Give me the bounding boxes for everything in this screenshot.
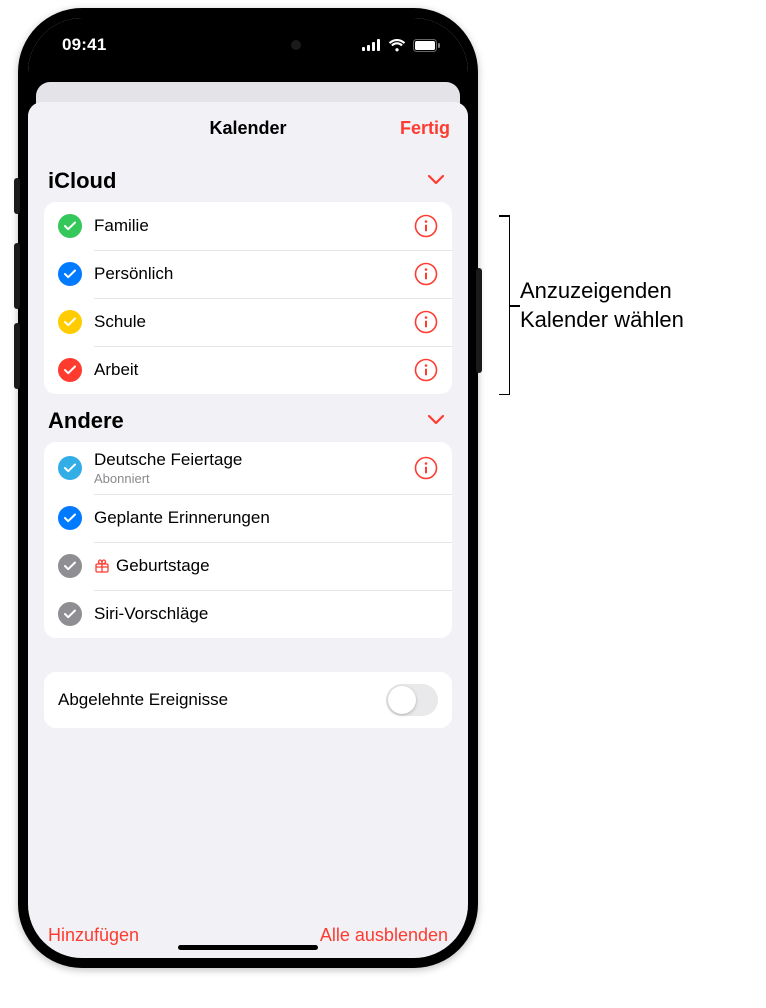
calendar-label: Siri-Vorschläge bbox=[94, 604, 438, 624]
toggle-label: Abgelehnte Ereignisse bbox=[58, 690, 228, 710]
calendar-row-geburtstage[interactable]: Geburtstage bbox=[44, 542, 452, 590]
info-icon[interactable] bbox=[414, 456, 438, 480]
section-title-icloud: iCloud bbox=[48, 168, 116, 194]
battery-icon bbox=[413, 39, 440, 52]
hide-all-button[interactable]: Alle ausblenden bbox=[320, 925, 448, 946]
volume-down-button bbox=[14, 323, 20, 389]
calendar-row-schule[interactable]: Schule bbox=[44, 298, 452, 346]
icloud-calendar-list: Familie Persönlich bbox=[44, 202, 452, 394]
screen: 09:41 Kalender Fertig iCloud bbox=[28, 18, 468, 958]
done-button[interactable]: Fertig bbox=[400, 118, 450, 139]
declined-events-row: Abgelehnte Ereignisse bbox=[44, 672, 452, 728]
check-icon[interactable] bbox=[58, 358, 82, 382]
calendar-label: Geplante Erinnerungen bbox=[94, 508, 438, 528]
sheet-header: Kalender Fertig bbox=[28, 102, 468, 154]
calendar-label: Persönlich bbox=[94, 264, 402, 284]
status-bar: 09:41 bbox=[28, 18, 468, 72]
dynamic-island bbox=[183, 27, 313, 63]
section-title-andere: Andere bbox=[48, 408, 124, 434]
calendar-label: Deutsche Feiertage bbox=[94, 450, 402, 470]
check-icon[interactable] bbox=[58, 262, 82, 286]
info-icon[interactable] bbox=[414, 262, 438, 286]
calendars-sheet: Kalender Fertig iCloud Familie bbox=[28, 102, 468, 958]
sheet-body: iCloud Familie bbox=[28, 154, 468, 908]
wifi-icon bbox=[388, 39, 406, 52]
calendar-sublabel: Abonniert bbox=[94, 471, 402, 486]
calendar-row-persoenlich[interactable]: Persönlich bbox=[44, 250, 452, 298]
home-indicator[interactable] bbox=[178, 945, 318, 950]
section-header-icloud[interactable]: iCloud bbox=[44, 154, 452, 202]
chevron-down-icon[interactable] bbox=[424, 168, 448, 194]
declined-events-switch[interactable] bbox=[386, 684, 438, 716]
cellular-icon bbox=[362, 39, 381, 51]
gift-icon bbox=[94, 558, 110, 574]
check-icon[interactable] bbox=[58, 554, 82, 578]
info-icon[interactable] bbox=[414, 358, 438, 382]
check-icon[interactable] bbox=[58, 506, 82, 530]
other-calendar-list: Deutsche Feiertage Abonniert Geplante Er… bbox=[44, 442, 452, 638]
status-time: 09:41 bbox=[62, 35, 106, 55]
chevron-down-icon[interactable] bbox=[424, 408, 448, 434]
side-button bbox=[476, 268, 482, 373]
calendar-row-feiertage[interactable]: Deutsche Feiertage Abonniert bbox=[44, 442, 452, 494]
sheet-title: Kalender bbox=[209, 118, 286, 139]
calendar-label: Familie bbox=[94, 216, 402, 236]
phone-frame: 09:41 Kalender Fertig iCloud bbox=[18, 8, 478, 968]
calendar-row-erinnerungen[interactable]: Geplante Erinnerungen bbox=[44, 494, 452, 542]
silent-switch bbox=[14, 178, 20, 214]
calendar-label: Arbeit bbox=[94, 360, 402, 380]
calendar-row-siri[interactable]: Siri-Vorschläge bbox=[44, 590, 452, 638]
check-icon[interactable] bbox=[58, 310, 82, 334]
check-icon[interactable] bbox=[58, 602, 82, 626]
calendar-label: Schule bbox=[94, 312, 402, 332]
callout-annotation: Anzuzeigenden Kalender wählen bbox=[490, 215, 750, 395]
volume-up-button bbox=[14, 243, 20, 309]
check-icon[interactable] bbox=[58, 456, 82, 480]
callout-bracket bbox=[490, 215, 510, 395]
calendar-row-arbeit[interactable]: Arbeit bbox=[44, 346, 452, 394]
section-header-andere[interactable]: Andere bbox=[44, 394, 452, 442]
callout-text: Anzuzeigenden Kalender wählen bbox=[520, 277, 684, 334]
status-icons bbox=[362, 39, 440, 52]
check-icon[interactable] bbox=[58, 214, 82, 238]
info-icon[interactable] bbox=[414, 214, 438, 238]
info-icon[interactable] bbox=[414, 310, 438, 334]
add-calendar-button[interactable]: Hinzufügen bbox=[48, 925, 139, 946]
calendar-label: Geburtstage bbox=[116, 556, 210, 576]
calendar-row-familie[interactable]: Familie bbox=[44, 202, 452, 250]
callout-connector bbox=[510, 305, 520, 307]
sheet-footer: Hinzufügen Alle ausblenden bbox=[28, 908, 468, 958]
